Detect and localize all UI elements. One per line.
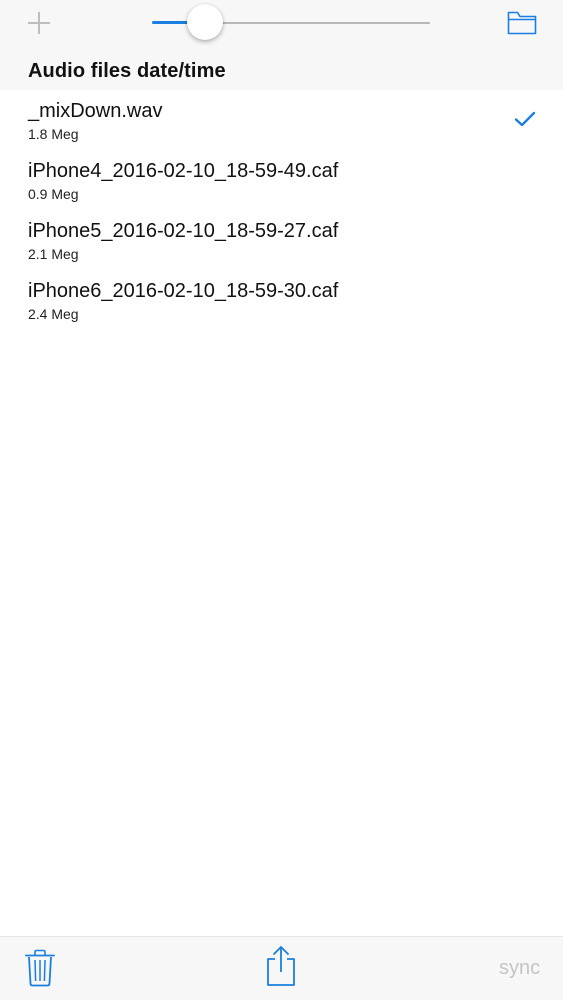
sync-button[interactable]: sync [499,957,540,980]
zoom-slider[interactable] [152,4,430,42]
app-screen: Audio files date/time _mixDown.wav 1.8 Me… [0,0,563,1000]
file-size: 2.1 Meg [28,246,79,262]
share-icon [267,946,295,986]
folder-button[interactable] [504,6,540,38]
delete-button[interactable] [24,949,56,987]
file-row[interactable]: iPhone5_2016-02-10_18-59-27.caf 2.1 Meg [0,210,563,270]
file-name: iPhone6_2016-02-10_18-59-30.caf [28,280,339,302]
file-name: _mixDown.wav [28,100,163,122]
file-row[interactable]: iPhone4_2016-02-10_18-59-49.caf 0.9 Meg [0,150,563,210]
audio-file-list: _mixDown.wav 1.8 Meg iPhone4_2016-02-10_18… [0,90,563,330]
file-name: iPhone4_2016-02-10_18-59-49.caf [28,160,339,182]
list-section-header: Audio files date/time [28,60,226,82]
trash-icon [25,949,55,987]
folder-icon [507,11,537,35]
share-button[interactable] [264,945,298,987]
checkmark-icon [514,111,536,127]
add-button[interactable] [22,6,56,40]
top-toolbar: Audio files date/time [0,0,563,90]
file-row[interactable]: iPhone6_2016-02-10_18-59-30.caf 2.4 Meg [0,270,563,330]
bottom-toolbar: sync [0,936,563,1000]
file-size: 0.9 Meg [28,186,79,202]
file-row[interactable]: _mixDown.wav 1.8 Meg [0,90,563,150]
slider-thumb[interactable] [186,4,223,40]
file-name: iPhone5_2016-02-10_18-59-27.caf [28,220,339,242]
plus-icon [28,12,50,34]
file-size: 2.4 Meg [28,306,79,322]
file-size: 1.8 Meg [28,126,79,142]
